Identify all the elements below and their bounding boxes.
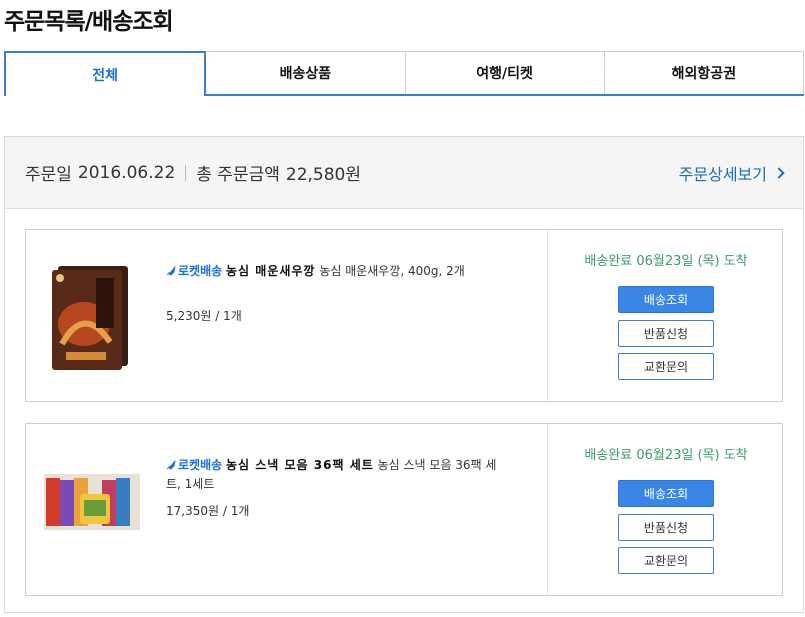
order-header: 주문일 2016.06.22 총 주문금액 22,580원 주문상세보기 — [5, 137, 803, 209]
order-item: 로켓배송 농심 매운새우깡 농심 매운새우깡, 400g, 2개 5,230원 … — [25, 229, 783, 402]
product-price: 5,230원 / 1개 — [166, 309, 242, 323]
delivery-panel: 배송완료 06월23일 (목) 도착 배송조회 반품신청 교환문의 — [547, 424, 783, 595]
order-detail-link[interactable]: 주문상세보기 — [678, 161, 785, 185]
rocket-badge: 로켓배송 — [166, 458, 222, 472]
tab-overseas-flights[interactable]: 해외항공권 — [604, 51, 804, 94]
order-date: 2016.06.22 — [77, 162, 176, 183]
rocket-label: 로켓배송 — [178, 264, 223, 278]
exchange-inquiry-button[interactable]: 교환문의 — [618, 547, 714, 574]
page-title: 주문목록/배송조회 — [4, 9, 174, 35]
tab-delivery-products[interactable]: 배송상품 — [206, 51, 406, 94]
product-desc: 농심 매운새우깡, 400g, 2개 — [319, 264, 465, 278]
rocket-label: 로켓배송 — [178, 458, 223, 472]
product-name[interactable]: 농심 매운새우깡 — [226, 264, 315, 278]
product-desc-continued: 트, 1세트 — [166, 477, 215, 491]
order-detail-label: 주문상세보기 — [678, 164, 767, 184]
rocket-badge: 로켓배송 — [166, 264, 222, 278]
tab-travel-tickets[interactable]: 여행/티켓 — [405, 51, 605, 94]
delivery-panel: 배송완료 06월23일 (목) 도착 배송조회 반품신청 교환문의 — [547, 230, 783, 401]
product-image[interactable] — [48, 264, 136, 374]
rocket-icon — [166, 460, 176, 470]
return-request-button[interactable]: 반품신청 — [618, 514, 714, 541]
delivery-status: 배송완료 06월23일 (목) 도착 — [584, 254, 748, 269]
chevron-right-icon — [773, 166, 785, 179]
delivery-status: 배송완료 06월23일 (목) 도착 — [584, 448, 748, 463]
track-delivery-button[interactable]: 배송조회 — [618, 286, 714, 313]
order-total-label: 총 주문금액 — [196, 165, 280, 185]
order-date-label: 주문일 — [25, 165, 72, 185]
order-card: 주문일 2016.06.22 총 주문금액 22,580원 주문상세보기 로켓배… — [4, 136, 804, 613]
product-price: 17,350원 / 1개 — [166, 504, 250, 518]
tab-all[interactable]: 전체 — [4, 51, 207, 96]
tab-bar: 전체 배송상품 여행/티켓 해외항공권 — [4, 51, 804, 96]
product-info: 로켓배송 농심 스낵 모음 36팩 세트 농심 스낵 모음 36팩 세 트, 1… — [166, 456, 526, 521]
product-name[interactable]: 농심 스낵 모음 36팩 세트 — [226, 458, 374, 472]
rocket-icon — [166, 266, 176, 276]
product-image[interactable] — [44, 470, 140, 534]
return-request-button[interactable]: 반품신청 — [618, 320, 714, 347]
order-item: 로켓배송 농심 스낵 모음 36팩 세트 농심 스낵 모음 36팩 세 트, 1… — [25, 423, 783, 596]
divider — [185, 164, 187, 181]
exchange-inquiry-button[interactable]: 교환문의 — [618, 353, 714, 380]
track-delivery-button[interactable]: 배송조회 — [618, 480, 714, 507]
product-desc: 농심 스낵 모음 36팩 세 — [377, 458, 497, 472]
product-info: 로켓배송 농심 매운새우깡 농심 매운새우깡, 400g, 2개 5,230원 … — [166, 262, 526, 326]
order-total: 22,580원 — [285, 165, 361, 185]
